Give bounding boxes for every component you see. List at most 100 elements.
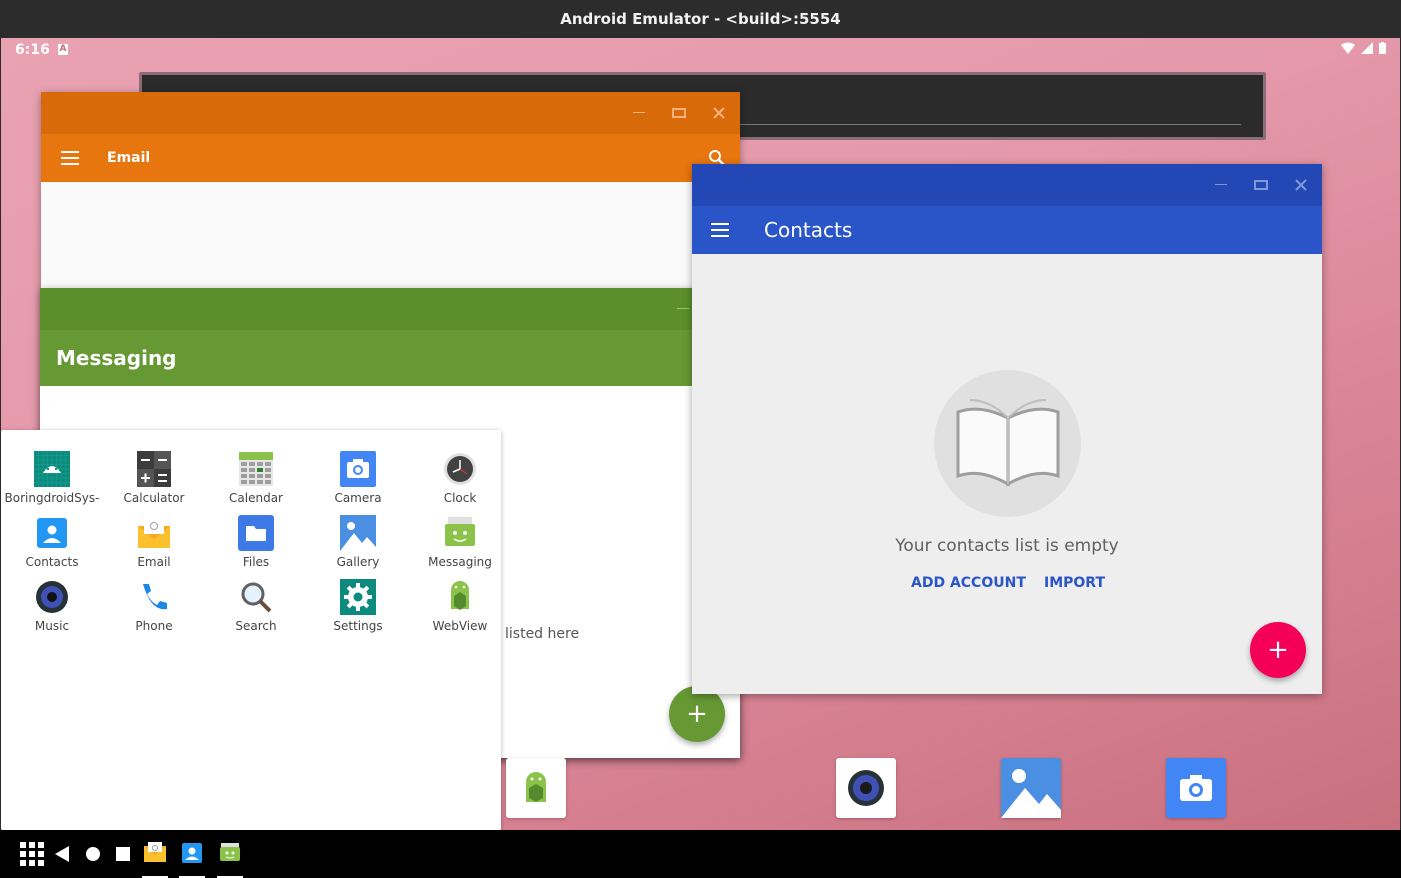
app-label: Camera <box>334 491 382 505</box>
launcher-app-settings[interactable]: Settings <box>307 578 409 636</box>
book-icon <box>956 398 1059 487</box>
phone-icon <box>135 578 173 616</box>
taskbar-email-app[interactable] <box>142 830 168 878</box>
app-label: Email <box>137 555 171 569</box>
app-label: Clock <box>443 491 477 505</box>
launcher-app-files[interactable]: Files <box>205 514 307 572</box>
app-label: Contacts <box>25 555 79 569</box>
launcher-app-contacts[interactable]: Contacts <box>1 514 103 572</box>
app-grid: BoringdroidSys- Calculator Calendar Camera C… <box>1 450 511 636</box>
calculator-icon <box>135 450 173 488</box>
gallery-icon <box>339 514 377 552</box>
status-bar: 6:16 A <box>1 38 1400 62</box>
app-label: WebView <box>432 619 488 633</box>
android-screen: 6:16 A Email Messaging listed here + Con… <box>1 38 1400 830</box>
email-title: Email <box>107 150 151 166</box>
maximize-icon[interactable] <box>1252 176 1270 194</box>
email-icon <box>144 842 166 862</box>
minimize-icon[interactable] <box>630 104 648 122</box>
contacts-icon <box>33 514 71 552</box>
app-label: Gallery <box>336 555 380 569</box>
contacts-window-caption[interactable] <box>692 164 1322 206</box>
email-toolbar: Email <box>41 134 740 182</box>
android-icon <box>33 450 71 488</box>
launcher-app-search[interactable]: Search <box>205 578 307 636</box>
contacts-title: Contacts <box>764 218 853 242</box>
launcher-app-music[interactable]: Music <box>1 578 103 636</box>
status-icons <box>1341 42 1386 54</box>
contacts-window[interactable]: Contacts Your contacts list is empty ADD… <box>692 164 1322 694</box>
messaging-toolbar: Messaging <box>40 330 740 386</box>
taskbar-messaging-app[interactable] <box>217 830 243 878</box>
launcher-app-phone[interactable]: Phone <box>103 578 205 636</box>
settings-icon <box>339 578 377 616</box>
camera-icon <box>339 450 377 488</box>
new-message-button[interactable]: + <box>669 686 725 742</box>
app-label: Calendar <box>229 491 283 505</box>
home-button[interactable] <box>83 830 103 878</box>
music-icon <box>848 770 884 806</box>
minimize-icon[interactable] <box>674 300 692 318</box>
menu-icon[interactable] <box>61 151 79 165</box>
webview-icon <box>441 578 479 616</box>
minimize-icon[interactable] <box>1212 176 1230 194</box>
launcher-app-gallery[interactable]: Gallery <box>307 514 409 572</box>
camera-icon <box>1180 775 1212 801</box>
recents-icon <box>116 847 130 861</box>
back-button[interactable] <box>52 830 72 878</box>
launcher-app-messaging[interactable]: Messaging <box>409 514 511 572</box>
emulator-title: Android Emulator - <build>:5554 <box>560 10 841 28</box>
add-contact-button[interactable]: + <box>1250 622 1306 678</box>
dock-camera-app[interactable] <box>1166 758 1226 818</box>
close-icon[interactable] <box>710 104 728 122</box>
status-time: 6:16 <box>15 42 50 58</box>
dock-webview-app[interactable] <box>506 758 566 818</box>
menu-icon[interactable] <box>711 223 729 237</box>
app-label: Calculator <box>123 491 185 505</box>
files-icon <box>237 514 275 552</box>
app-launcher: BoringdroidSys- Calculator Calendar Camera C… <box>1 430 501 830</box>
maximize-icon[interactable] <box>670 104 688 122</box>
close-icon[interactable] <box>1292 176 1310 194</box>
launcher-app-webview[interactable]: WebView <box>409 578 511 636</box>
launcher-app-clock[interactable]: Clock <box>409 450 511 508</box>
taskbar-contacts-app[interactable] <box>179 830 205 878</box>
app-label: Search <box>235 619 277 633</box>
signal-icon <box>1361 42 1373 54</box>
webview-icon <box>526 772 546 802</box>
home-icon <box>86 847 100 861</box>
dock-gallery-app[interactable] <box>1001 758 1061 818</box>
search-icon <box>237 578 275 616</box>
contacts-icon <box>182 843 202 863</box>
email-window-caption[interactable] <box>41 92 740 134</box>
calendar-icon <box>237 450 275 488</box>
messaging-window-caption[interactable] <box>40 288 740 330</box>
app-label: Files <box>242 555 270 569</box>
import-button[interactable]: IMPORT <box>1044 575 1105 591</box>
launcher-app-email[interactable]: Email <box>103 514 205 572</box>
clock-icon <box>441 450 479 488</box>
gallery-icon <box>1001 769 1061 818</box>
email-icon <box>135 514 173 552</box>
app-label: Messaging <box>428 555 492 569</box>
messaging-icon <box>220 843 240 861</box>
messaging-empty-text: listed here <box>505 626 580 642</box>
add-account-button[interactable]: ADD ACCOUNT <box>911 575 1026 591</box>
messaging-icon <box>441 514 479 552</box>
launcher-app-camera[interactable]: Camera <box>307 450 409 508</box>
empty-contacts-illustration <box>934 370 1081 517</box>
taskbar <box>0 830 1401 878</box>
launcher-app-calendar[interactable]: Calendar <box>205 450 307 508</box>
recents-button[interactable] <box>113 830 133 878</box>
contacts-toolbar: Contacts <box>692 206 1322 254</box>
contacts-empty-message: Your contacts list is empty <box>895 536 1119 556</box>
dock-music-app[interactable] <box>836 758 896 818</box>
launcher-app-calculator[interactable]: Calculator <box>103 450 205 508</box>
app-label: Settings <box>333 619 383 633</box>
notification-a-icon: A <box>58 44 68 55</box>
all-apps-button[interactable] <box>18 830 46 878</box>
messaging-title: Messaging <box>56 346 177 370</box>
app-label: BoringdroidSys- <box>4 491 100 505</box>
launcher-app-android[interactable]: BoringdroidSys- <box>1 450 103 508</box>
back-icon <box>55 846 69 862</box>
